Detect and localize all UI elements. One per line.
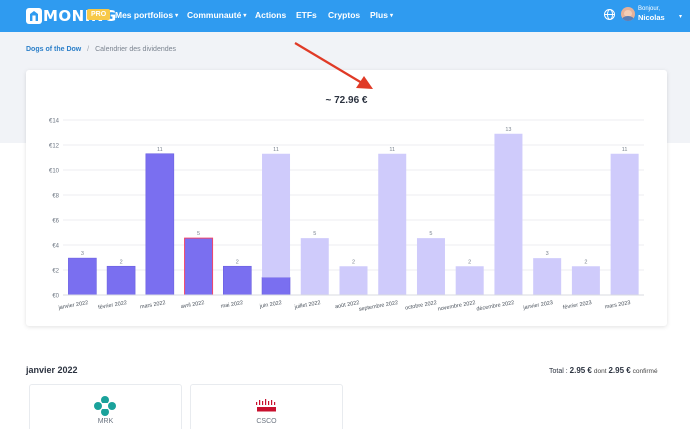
y-tick-label: €12 xyxy=(49,144,60,150)
globe-icon[interactable] xyxy=(604,9,615,20)
summary-dont: dont xyxy=(593,368,607,375)
bar-data-label: 13 xyxy=(505,127,511,133)
user-name[interactable]: Nicolas xyxy=(638,13,665,22)
summary-confirmed-label: confirmé xyxy=(632,368,658,375)
avatar[interactable] xyxy=(621,7,635,21)
nav-communaute[interactable]: Communauté ▾ xyxy=(187,10,246,20)
bar-data-label: 11 xyxy=(157,147,163,153)
bar-data-label: 3 xyxy=(81,251,84,257)
bar-data-label: 3 xyxy=(546,251,549,257)
x-tick-label: juillet 2022 xyxy=(293,300,321,311)
x-tick-label: mars 2022 xyxy=(140,300,167,310)
y-tick-label: €14 xyxy=(49,119,60,125)
bar-segment xyxy=(300,238,329,295)
stock-ticker: CSCO xyxy=(256,418,277,425)
y-tick-label: €6 xyxy=(52,219,59,225)
bar-data-label: 5 xyxy=(429,231,432,237)
bar-data-label: 11 xyxy=(622,147,628,153)
bar-data-label: 11 xyxy=(389,147,395,153)
dividend-bar-chart: €0 €2 €4 €6 €8 €10 €12 €14 3 janvier 2022 2 février… xyxy=(49,119,644,313)
x-tick-label: octobre 2022 xyxy=(405,300,438,311)
x-tick-label: août 2022 xyxy=(335,300,360,310)
cisco-logo-icon xyxy=(256,399,276,412)
bar-segment xyxy=(68,257,97,296)
stock-ticker: MRK xyxy=(97,418,114,425)
y-tick-label: €2 xyxy=(52,269,59,275)
dividend-chart-card: ~ 72.96 € €0 €2 €4 €6 €8 €10 €12 €14 3 janvier 20… xyxy=(26,70,667,326)
breadcrumb-parent-link[interactable]: Dogs of the Dow xyxy=(26,46,81,53)
bar-segment xyxy=(455,266,484,295)
nav-plus[interactable]: Plus ▾ xyxy=(370,10,393,20)
nav-mes-portfolios[interactable]: Mes portfolios ▾ xyxy=(115,10,178,20)
x-tick-label: avril 2022 xyxy=(180,300,205,310)
bar-data-label: 2 xyxy=(468,259,471,265)
pro-badge: PRO xyxy=(87,9,111,20)
bar-data-label: 2 xyxy=(352,259,355,265)
y-tick-label: €4 xyxy=(52,244,59,250)
stock-card-csco[interactable]: CSCO xyxy=(190,384,343,429)
bar-segment xyxy=(416,238,445,295)
nav-actions[interactable]: Actions xyxy=(255,10,286,20)
chevron-down-icon: ▾ xyxy=(175,13,179,19)
bar-data-label: 11 xyxy=(273,147,279,153)
x-tick-label: novembre 2022 xyxy=(437,300,476,313)
x-tick-label: janvier 2023 xyxy=(522,300,554,311)
logo-icon xyxy=(26,8,42,24)
nav-cryptos[interactable]: Cryptos xyxy=(328,10,360,20)
summary-total: 2.95 € xyxy=(569,366,592,375)
x-tick-label: janvier 2022 xyxy=(57,300,89,311)
bar-segment xyxy=(533,258,562,295)
bar-data-label: 5 xyxy=(197,231,200,237)
bar-segment xyxy=(261,277,291,296)
bar-segment xyxy=(339,266,368,295)
bar-data-label: 2 xyxy=(120,259,123,265)
month-summary: Total : 2.95 € dont 2.95 € confirmé xyxy=(549,366,658,375)
y-tick-label: €8 xyxy=(52,194,59,200)
x-tick-label: mars 2023 xyxy=(604,300,631,310)
x-tick-label: février 2022 xyxy=(98,300,128,311)
x-tick-label: décembre 2022 xyxy=(476,300,515,313)
bar-segment xyxy=(184,237,214,296)
bar-segment xyxy=(106,265,136,296)
user-menu-chevron-icon[interactable]: ▾ xyxy=(679,13,682,20)
x-tick-label: mai 2022 xyxy=(220,300,243,310)
bar-segment xyxy=(571,266,600,295)
bar-data-label: 5 xyxy=(313,231,316,237)
bar-data-label: 2 xyxy=(236,259,239,265)
top-navbar: MONING PRO Mes portfolios ▾ Communauté ▾ A… xyxy=(0,0,690,32)
chevron-down-icon: ▾ xyxy=(389,13,393,19)
nav-etfs[interactable]: ETFs xyxy=(296,10,317,20)
bar-segment xyxy=(262,153,291,278)
user-greeting: Bonjour, xyxy=(638,6,661,12)
breadcrumb-separator: / xyxy=(87,46,90,53)
breadcrumb: Dogs of the Dow / Calendrier des dividen… xyxy=(26,46,176,53)
y-tick-label: €10 xyxy=(49,169,60,175)
breadcrumb-current: Calendrier des dividendes xyxy=(95,46,177,53)
bar-segment xyxy=(610,153,639,295)
bar-segment xyxy=(223,265,252,296)
bar-segment xyxy=(494,133,523,295)
stock-card-mrk[interactable]: MRK xyxy=(29,384,182,429)
bar-data-label: 2 xyxy=(584,259,587,265)
bar-segment xyxy=(378,153,407,295)
merck-logo-icon xyxy=(94,396,116,416)
chevron-down-icon: ▾ xyxy=(243,13,247,19)
y-tick-label: €0 xyxy=(52,294,59,300)
bar-segment xyxy=(145,153,175,296)
x-tick-label: septembre 2022 xyxy=(358,300,398,313)
month-title: janvier 2022 xyxy=(26,365,78,375)
x-tick-label: février 2023 xyxy=(563,300,593,311)
summary-prefix: Total : xyxy=(549,368,568,375)
x-tick-label: juin 2022 xyxy=(258,300,282,310)
summary-confirmed: 2.95 € xyxy=(608,366,631,375)
